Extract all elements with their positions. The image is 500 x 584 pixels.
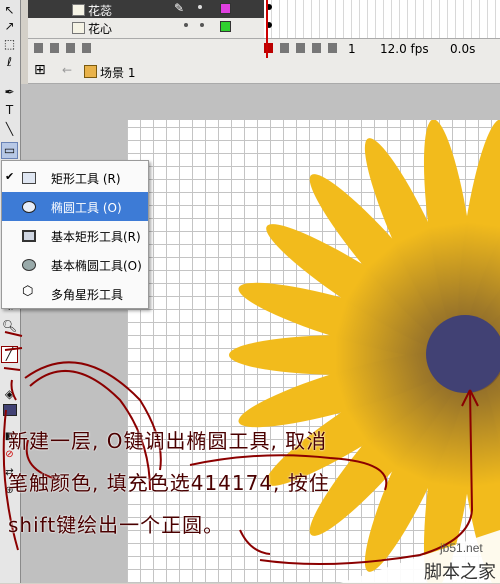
oval-icon [22, 201, 36, 213]
frames-grid[interactable] [264, 0, 500, 38]
add-guide-icon[interactable] [66, 43, 75, 53]
menu-item-primitive-rectangle-tool[interactable]: 基本矩形工具(R) [2, 221, 148, 250]
frame-number: 1 [348, 42, 356, 56]
layer-name: 花心 [88, 22, 113, 36]
playhead[interactable] [266, 0, 268, 58]
scene-breadcrumb[interactable]: 场景 1 [100, 64, 135, 81]
polygon-icon: ⬡ [22, 284, 34, 299]
menu-item-label: 椭圆工具 (O) [51, 201, 122, 215]
watermark-site: jb51.net [440, 541, 483, 555]
visibility-dot-icon[interactable] [184, 23, 188, 27]
watermark-name: 脚本之家 [424, 562, 496, 582]
timeline-toggle-icon[interactable]: ⊞ [34, 62, 46, 78]
onion-skin-icon[interactable] [280, 43, 289, 53]
layer-name: 花蕊 [88, 4, 113, 18]
menu-item-label: 基本矩形工具(R) [51, 230, 141, 244]
delete-layer-icon[interactable] [82, 43, 91, 53]
menu-item-primitive-oval-tool[interactable]: 基本椭圆工具(O) [2, 250, 148, 279]
layer-outline-color[interactable] [220, 3, 231, 14]
menu-item-label: 多角星形工具 [51, 288, 124, 302]
menu-item-oval-tool[interactable]: 椭圆工具 (O) [2, 192, 148, 221]
annotation-line-2: 笔触颜色, 填充色选414174, 按住 [8, 471, 330, 495]
lasso-tool-icon[interactable]: ℓ [1, 54, 18, 71]
layer-icon [72, 22, 85, 34]
elapsed-time: 0.0s [450, 42, 476, 56]
back-arrow-icon[interactable]: ← [62, 63, 72, 77]
modify-markers-icon[interactable] [328, 43, 337, 53]
shape-tool-flyout-menu: ✔ 矩形工具 (R) 椭圆工具 (O) 基本矩形工具(R) 基本椭圆工具(O) … [1, 160, 149, 309]
free-transform-tool-icon[interactable]: ⬚ [1, 36, 18, 53]
text-tool-icon[interactable]: T [1, 102, 18, 119]
lock-dot-icon[interactable] [198, 5, 202, 9]
pen-tool-icon[interactable]: ✒ [1, 84, 18, 101]
menu-item-polystar-tool[interactable]: ⬡ 多角星形工具 [2, 279, 148, 308]
new-layer-icon[interactable] [34, 43, 43, 53]
menu-item-label: 基本椭圆工具(O) [51, 259, 142, 273]
subselection-tool-icon[interactable]: ↗ [1, 18, 18, 35]
menu-item-label: 矩形工具 (R) [51, 172, 121, 186]
annotation-line-1: 新建一层, O键调出椭圆工具, 取消 [8, 429, 328, 453]
edit-multiple-icon[interactable] [312, 43, 321, 53]
lock-dot-icon[interactable] [200, 23, 204, 27]
selection-tool-icon[interactable]: ↖ [1, 2, 18, 19]
timeline-panel: 花蕊 ✎ 花心 1 12.0 fps 0.0s [28, 0, 500, 59]
edit-bar: ⊞ ← 场景 1 [28, 59, 500, 84]
onion-outline-icon[interactable] [296, 43, 305, 53]
menu-item-rectangle-tool[interactable]: ✔ 矩形工具 (R) [2, 163, 148, 192]
frame-rate: 12.0 fps [380, 42, 429, 56]
primitive-oval-icon [22, 259, 36, 271]
line-tool-icon[interactable]: ╲ [1, 121, 18, 138]
rectangle-icon [22, 172, 36, 184]
pencil-icon: ✎ [174, 1, 185, 15]
layer-outline-color[interactable] [220, 21, 231, 32]
layer-icon [72, 4, 85, 16]
primitive-rectangle-icon [22, 230, 36, 242]
scene-icon [84, 65, 97, 78]
timeline-status-bar: 1 12.0 fps 0.0s [28, 38, 500, 59]
new-folder-icon[interactable] [50, 43, 59, 53]
rectangle-tool-icon[interactable]: ▭ [1, 142, 18, 159]
check-icon: ✔ [5, 170, 15, 183]
